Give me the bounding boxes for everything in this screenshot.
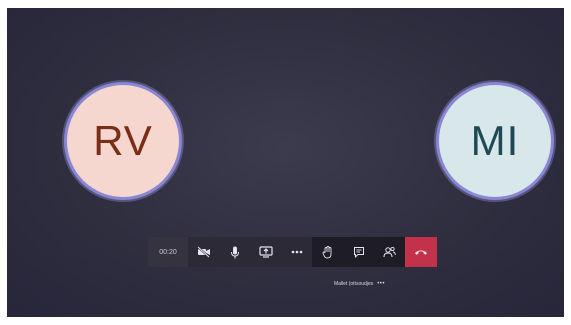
more-options-button[interactable] (281, 237, 312, 267)
participant-initials-rv: RV (93, 117, 153, 164)
participants-icon (383, 246, 396, 258)
participant-avatar-rv[interactable]: RV (67, 85, 179, 197)
microphone-icon (230, 246, 240, 259)
participant-initials-mi: MI (470, 117, 520, 164)
share-screen-icon (258, 246, 273, 258)
chat-button[interactable] (343, 237, 374, 267)
share-screen-button[interactable] (250, 237, 281, 267)
hang-up-button[interactable] (405, 237, 437, 267)
call-controls-left-group: 00:20 (148, 237, 312, 267)
video-off-icon (196, 246, 211, 258)
microphone-toggle-button[interactable] (219, 237, 250, 267)
hang-up-icon (414, 243, 428, 261)
call-stage: RV MI 00:20 Mallet (ottsoudjes ••• (7, 8, 564, 317)
participants-button[interactable] (374, 237, 405, 267)
call-controls-right-group (312, 237, 437, 267)
raise-hand-icon (322, 245, 333, 259)
call-controls-toolbar: 00:20 (148, 237, 437, 267)
call-timer: 00:20 (148, 237, 188, 267)
caption-bar: Mallet (ottsoudjes ••• (334, 281, 385, 287)
chat-icon (353, 246, 365, 258)
camera-toggle-button[interactable] (188, 237, 219, 267)
raise-hand-button[interactable] (312, 237, 343, 267)
more-options-icon (291, 250, 303, 254)
participant-avatar-mi[interactable]: MI (439, 85, 551, 197)
caption-text: Mallet (ottsoudjes (334, 281, 374, 287)
caption-more-button[interactable]: ••• (377, 281, 385, 287)
